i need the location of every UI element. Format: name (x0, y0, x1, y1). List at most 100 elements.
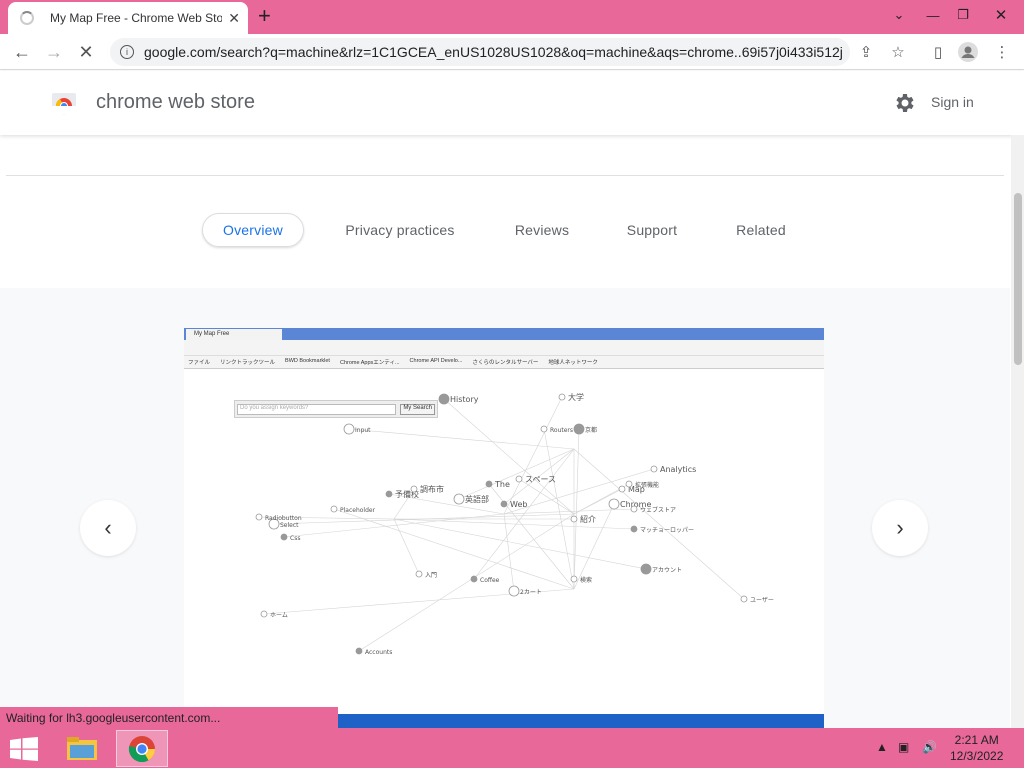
graph-node (740, 595, 748, 603)
screenshot-tab: My Map Free (186, 329, 282, 340)
browser-toolbar: ← → ✕ i google.com/search?q=machine&rlz=… (0, 34, 1024, 70)
graph-node (640, 563, 652, 575)
graph-node (470, 575, 478, 583)
sign-in-link[interactable]: Sign in (931, 94, 974, 110)
graph-node-label: 調布市 (420, 484, 444, 494)
tray-chevron-icon[interactable]: ▲ (876, 740, 888, 754)
clock-date: 12/3/2022 (950, 749, 1004, 763)
back-icon[interactable]: ← (10, 40, 34, 64)
graph-node (260, 610, 268, 618)
graph-node-label: 英語部 (465, 494, 489, 504)
new-tab-icon[interactable]: + (258, 4, 271, 28)
windows-taskbar: ▲ ▣ 🔊 2:21 AM 12/3/2022 (0, 728, 1024, 768)
graph-node (608, 498, 620, 510)
graph-node-label: Select (280, 522, 299, 529)
settings-gear-icon[interactable] (892, 91, 916, 115)
screenshot-search-button: My Search (400, 403, 435, 415)
graph-node-label: Placeholder (340, 507, 376, 514)
graph-node-label: Routers (550, 427, 573, 434)
chrome-taskbar-icon[interactable] (116, 730, 168, 767)
graph-node-label: 拡張機能 (635, 481, 659, 489)
graph-node-label: スペース (525, 475, 556, 484)
graph-node-label: 京都 (585, 426, 597, 434)
graph-node-label: 紹介 (580, 514, 596, 524)
graph-edge (488, 483, 575, 590)
graph-node (508, 585, 520, 597)
detail-tabs: Overview Privacy practices Reviews Suppo… (0, 213, 1010, 249)
graph-node (415, 570, 423, 578)
graph-edge (283, 513, 505, 538)
graph-node-label: ウェブストア (640, 506, 676, 514)
graph-edge (573, 448, 745, 600)
url-text[interactable]: google.com/search?q=machine&rlz=1C1GCEA_… (144, 44, 844, 60)
graph-node-label: 2カート (520, 589, 542, 596)
graph-node-label: アカウント (652, 566, 682, 574)
graph-node (515, 475, 523, 483)
graph-edge (503, 396, 563, 515)
tab-reviews[interactable]: Reviews (504, 213, 580, 247)
graph-node-label: 入門 (425, 572, 437, 579)
scrollbar-thumb[interactable] (1014, 193, 1022, 365)
file-explorer-icon[interactable] (56, 730, 108, 767)
graph-edge (358, 513, 575, 652)
graph-node-label: 大学 (568, 392, 584, 402)
browser-tab[interactable]: My Map Free - Chrome Web Store ✕ (8, 2, 248, 34)
graph-node-label: Accounts (365, 649, 392, 656)
side-panel-icon[interactable]: ▯ (928, 42, 948, 62)
graph-node-label: The (494, 480, 510, 489)
graph-node-label: ユーザー (750, 597, 774, 604)
divider (6, 175, 1004, 176)
graph-node (625, 480, 633, 488)
screenshot-bookmark: BWD Bookmarklet (285, 358, 330, 364)
tab-search-icon[interactable]: ⌄ (884, 0, 914, 30)
graph-node (573, 423, 585, 435)
address-bar[interactable]: i google.com/search?q=machine&rlz=1C1GCE… (110, 38, 850, 66)
share-icon[interactable]: ⇪ (856, 42, 876, 62)
volume-icon[interactable]: 🔊 (922, 740, 937, 754)
windows-start-icon[interactable] (10, 737, 38, 761)
screenshot-tab-strip: My Map Free (184, 328, 824, 340)
graph-node (630, 505, 638, 513)
stop-icon[interactable]: ✕ (74, 40, 98, 64)
loading-status: Waiting for lh3.googleusercontent.com... (0, 707, 338, 728)
tab-related[interactable]: Related (726, 213, 796, 247)
mind-map-graph: History 大学紹介Web ChromeMap予備校調布市英語部TheスペースA… (255, 392, 774, 656)
tab-support[interactable]: Support (616, 213, 688, 247)
bookmark-star-icon[interactable]: ☆ (888, 42, 908, 62)
previous-arrow-icon[interactable]: ‹ (80, 500, 136, 556)
screenshot-bookmark: ファイル (188, 360, 211, 366)
menu-icon[interactable]: ⋮ (992, 42, 1012, 62)
graph-node-label: Css (290, 535, 300, 542)
screenshot-bookmark: Chrome Appsエンティ... (339, 360, 400, 366)
close-window-icon[interactable]: ✕ (986, 0, 1016, 30)
system-clock[interactable]: 2:21 AM 12/3/2022 (950, 732, 1003, 764)
tab-overview[interactable]: Overview (202, 213, 304, 247)
close-tab-icon[interactable]: ✕ (228, 10, 240, 27)
minimize-icon[interactable]: — (918, 0, 948, 30)
graph-node (570, 575, 578, 583)
extension-screenshot[interactable]: My Map Free ファイル リンクトラックツール BWD Bookmarkle… (184, 328, 824, 728)
screenshot-bookmark: リンクトラックツール (220, 360, 276, 366)
tab-privacy-practices[interactable]: Privacy practices (334, 213, 466, 247)
forward-icon[interactable]: → (42, 40, 66, 64)
graph-node-label: History (450, 395, 479, 404)
graph-node-label: Radiobutton (265, 515, 302, 522)
graph-node-label: Coffee (480, 577, 500, 584)
profile-icon[interactable] (958, 42, 978, 62)
graph-edge (348, 428, 575, 450)
graph-edge (503, 513, 515, 592)
next-arrow-icon[interactable]: › (872, 500, 928, 556)
graph-node (485, 480, 493, 488)
store-title[interactable]: chrome web store (96, 91, 255, 114)
screenshot-bookmark: さくらのレンタルサーバー (472, 360, 539, 366)
graph-node (540, 425, 548, 433)
network-icon[interactable]: ▣ (898, 740, 909, 754)
chrome-web-store-logo-icon[interactable] (51, 89, 77, 115)
graph-node (410, 485, 418, 493)
restore-icon[interactable]: ❐ (948, 0, 978, 30)
graph-node (385, 490, 393, 498)
site-info-icon[interactable]: i (120, 45, 134, 59)
graph-node (355, 647, 363, 655)
screenshot-toolbar (184, 340, 824, 356)
graph-node-label: Analytics (660, 465, 696, 474)
